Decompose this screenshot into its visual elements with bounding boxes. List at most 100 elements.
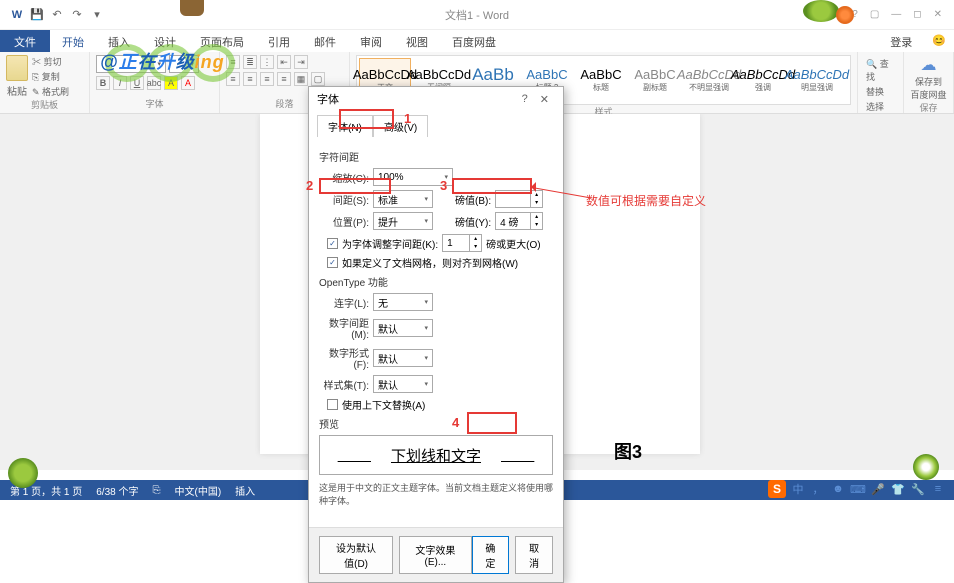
style-subtle-emphasis[interactable]: AaBbCcDd不明显强调	[683, 58, 735, 102]
tab-view[interactable]: 视图	[394, 30, 440, 52]
decor-top-folder	[180, 0, 204, 16]
format-painter-button[interactable]: ✎ 格式刷	[32, 85, 69, 98]
preview-description: 这是用于中文的正文主题字体。当前文档主题定义将使用哪种字体。	[319, 481, 553, 507]
numforms-select[interactable]: 默认▾	[373, 349, 433, 367]
file-tab[interactable]: 文件	[0, 30, 50, 52]
tab-review[interactable]: 审阅	[348, 30, 394, 52]
word-count[interactable]: 6/38 个字	[96, 483, 138, 498]
align-center-icon[interactable]: ≡	[243, 72, 257, 86]
tray-keyboard-icon[interactable]: ⌨	[850, 481, 866, 497]
tray-punct-icon[interactable]: ，	[810, 481, 826, 497]
style-title[interactable]: AaBbC标题	[575, 58, 627, 102]
word-icon: W	[10, 8, 24, 22]
quick-access-toolbar: W 💾 ↶ ↷ ▾	[0, 8, 104, 22]
dialog-buttons: 设为默认值(D) 文字效果(E)... 确定 取消	[309, 527, 563, 582]
preview-text: 下划线和文字	[391, 445, 481, 466]
qat-dropdown-icon[interactable]: ▾	[90, 8, 104, 22]
tray-more-icon[interactable]: ≡	[930, 481, 946, 497]
spacing-select[interactable]: 标准▾	[373, 190, 433, 208]
kerning-after-label: 磅或更大(O)	[486, 236, 540, 251]
insert-mode[interactable]: 插入	[235, 483, 255, 498]
tab-mailings[interactable]: 邮件	[302, 30, 348, 52]
watermark: @正在升级ing	[100, 48, 225, 74]
paste-label: 粘贴	[7, 83, 27, 98]
app-title: 文档1 - Word	[445, 7, 509, 23]
tab-advanced[interactable]: 高级(V)	[373, 115, 428, 137]
annotation-label-2: 2	[306, 178, 313, 193]
tab-home[interactable]: 开始	[50, 30, 96, 52]
bold-icon[interactable]: B	[96, 76, 110, 90]
undo-icon[interactable]: ↶	[50, 8, 64, 22]
save-baidu-button[interactable]: ☁ 保存到 百度网盘	[910, 55, 947, 101]
select-button[interactable]: 选择	[866, 100, 895, 113]
text-effects-button[interactable]: 文字效果(E)...	[399, 536, 471, 574]
ime-zh-icon[interactable]: 中	[790, 481, 806, 497]
dialog-help-icon[interactable]: ?	[516, 93, 534, 105]
style-emphasis[interactable]: AaBbCcDd强调	[737, 58, 789, 102]
scale-label: 缩放(C):	[319, 170, 369, 185]
tray-emoji-icon[interactable]: ☻	[830, 481, 846, 497]
maximize-icon[interactable]: ◻	[913, 9, 921, 20]
notification-icon[interactable]: 😊	[924, 30, 954, 52]
multilevel-icon[interactable]: ⋮	[260, 55, 274, 69]
clipboard-label: 剪贴板	[6, 98, 83, 111]
preview-section: 预览	[319, 416, 553, 431]
dialog-titlebar[interactable]: 字体 ? ✕	[309, 87, 563, 111]
stylesets-label: 样式集(T):	[319, 377, 369, 392]
close-icon[interactable]: ✕	[934, 9, 942, 20]
save-icon[interactable]: 💾	[30, 8, 44, 22]
stylesets-select[interactable]: 默认▾	[373, 375, 433, 393]
cancel-button[interactable]: 取消	[515, 536, 553, 574]
align-right-icon[interactable]: ≡	[260, 72, 274, 86]
copy-button[interactable]: ⎘ 复制	[32, 70, 69, 83]
ok-button[interactable]: 确定	[472, 536, 510, 574]
ribbon-display-icon[interactable]: ▢	[870, 9, 879, 20]
annotation-label-4: 4	[452, 415, 459, 430]
kerning-checkbox[interactable]: ✓	[327, 238, 338, 249]
paste-button[interactable]: 粘贴	[6, 55, 28, 98]
tray-voice-icon[interactable]: 🎤	[870, 481, 886, 497]
style-subtitle[interactable]: AaBbC副标题	[629, 58, 681, 102]
justify-icon[interactable]: ≡	[277, 72, 291, 86]
decor-bottom-right-leaf	[913, 454, 939, 480]
position-select[interactable]: 提升▾	[373, 212, 433, 230]
numbering-icon[interactable]: ≣	[243, 55, 257, 69]
kerning-spinner[interactable]: 1▴▾	[442, 234, 482, 252]
cut-button[interactable]: ✂ 剪切	[32, 55, 69, 68]
spacing-pt-spinner[interactable]: ▴▾	[495, 190, 543, 208]
indent-dec-icon[interactable]: ⇤	[277, 55, 291, 69]
tray-skin-icon[interactable]: 👕	[890, 481, 906, 497]
font-dialog: 字体 ? ✕ 字体(N) 高级(V) 字符间距 缩放(C): 100%▾ 间距(…	[308, 86, 564, 583]
ctxalt-label: 使用上下文替换(A)	[342, 397, 425, 412]
tab-references[interactable]: 引用	[256, 30, 302, 52]
indent-inc-icon[interactable]: ⇥	[294, 55, 308, 69]
tab-baidu[interactable]: 百度网盘	[440, 30, 508, 52]
tab-font[interactable]: 字体(N)	[317, 115, 373, 137]
dialog-close-icon[interactable]: ✕	[534, 93, 555, 106]
login-link[interactable]: 登录	[878, 30, 924, 52]
kerning-label: 为字体调整字间距(K):	[342, 236, 438, 251]
opentype-section: OpenType 功能	[319, 274, 553, 289]
replace-button[interactable]: 替换	[866, 85, 895, 98]
position-pt-label: 磅值(Y):	[455, 214, 491, 229]
spellcheck-icon[interactable]: ⎘	[153, 485, 161, 496]
set-default-button[interactable]: 设为默认值(D)	[319, 536, 393, 574]
language-status[interactable]: 中文(中国)	[175, 483, 222, 498]
redo-icon[interactable]: ↷	[70, 8, 84, 22]
annotation-note: 数值可根据需要自定义	[586, 192, 706, 209]
position-pt-spinner[interactable]: 4 磅▴▾	[495, 212, 543, 230]
shading-icon[interactable]: ▦	[294, 72, 308, 86]
sogou-ime-icon[interactable]: S	[768, 480, 786, 498]
find-button[interactable]: 🔍 查找	[866, 57, 895, 83]
save-label: 保存	[910, 101, 947, 114]
tray-tool-icon[interactable]: 🔧	[910, 481, 926, 497]
snap-checkbox[interactable]: ✓	[327, 257, 338, 268]
ctxalt-checkbox[interactable]	[327, 399, 338, 410]
clipboard-group: 粘贴 ✂ 剪切 ⎘ 复制 ✎ 格式刷 剪贴板	[0, 52, 90, 113]
numspacing-select[interactable]: 默认▾	[373, 319, 433, 337]
style-intense-emphasis[interactable]: AaBbCcDd明显强调	[791, 58, 843, 102]
borders-icon[interactable]: ▢	[311, 72, 325, 86]
ligatures-select[interactable]: 无▾	[373, 293, 433, 311]
spacing-label: 间距(S):	[319, 192, 369, 207]
minimize-icon[interactable]: —	[891, 9, 901, 20]
